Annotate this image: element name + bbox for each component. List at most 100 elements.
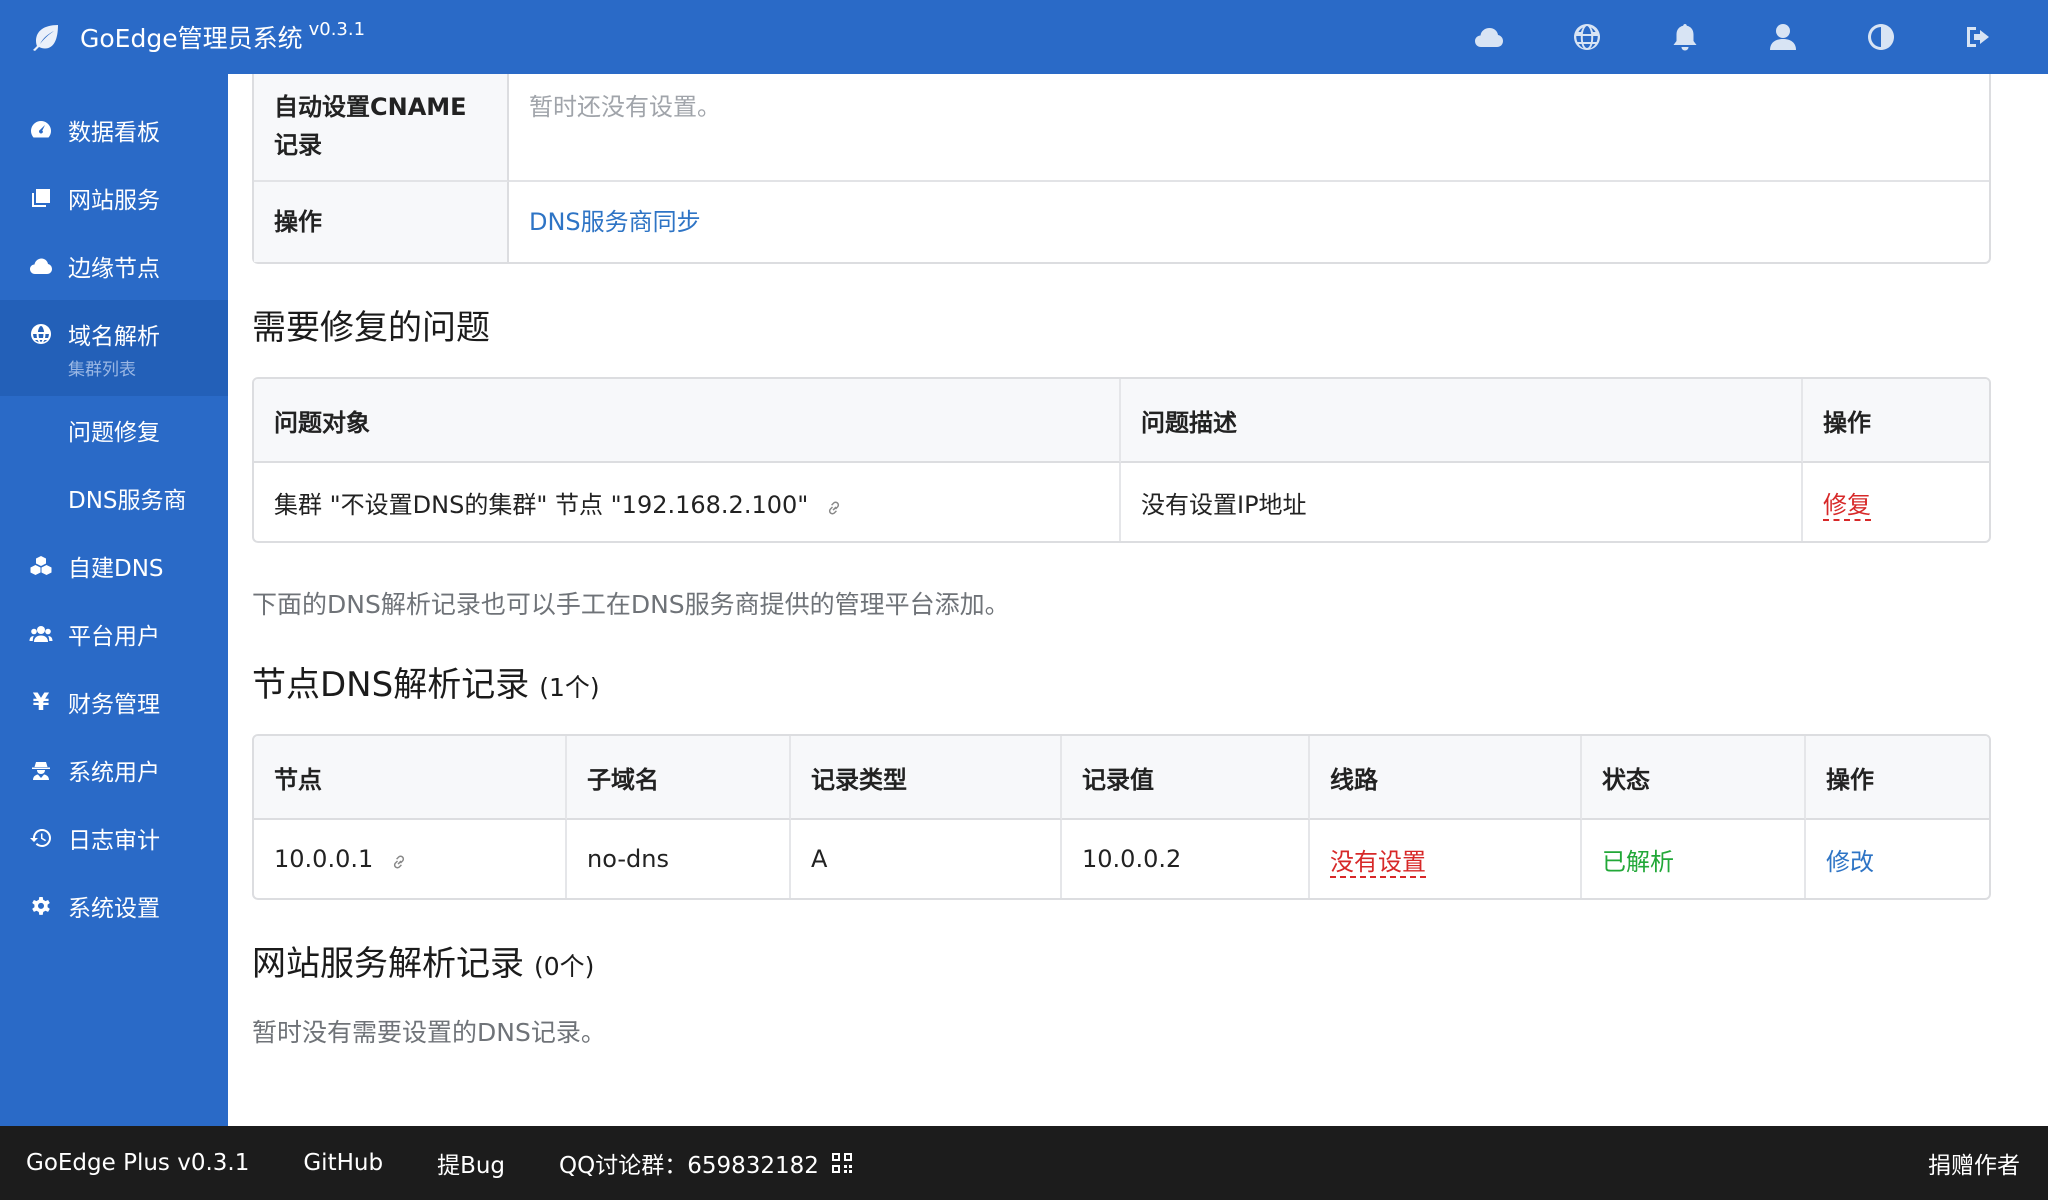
footer-qq-group[interactable]: QQ讨论群：659832182 xyxy=(559,1146,853,1180)
sidebar-item-label: 系统用户 xyxy=(68,760,160,786)
app-title: GoEdge管理员系统 xyxy=(80,24,303,53)
sidebar: 数据看板 网站服务 边缘节点 域名解析 集群列表 问题修复 DNS服务商 自建D… xyxy=(0,74,228,1126)
cname-value: 暂时还没有设置。 xyxy=(509,74,1989,182)
gear-icon xyxy=(28,893,54,919)
globe-icon xyxy=(28,321,54,347)
sidebar-subitem-issues[interactable]: 问题修复 xyxy=(0,396,228,464)
footer: GoEdge Plus v0.3.1 GitHub 提Bug QQ讨论群：659… xyxy=(0,1126,2048,1200)
edit-record-button[interactable]: 修改 xyxy=(1826,848,1874,876)
link-icon[interactable] xyxy=(824,496,844,516)
sidebar-item-label: 平台用户 xyxy=(68,624,160,650)
yen-glyph: ¥ xyxy=(32,688,50,716)
status-resolved: 已解析 xyxy=(1582,820,1806,898)
column-header: 记录类型 xyxy=(791,736,1062,820)
record-value-cell: 10.0.0.2 xyxy=(1062,820,1310,898)
sidebar-item-label: 系统设置 xyxy=(68,896,160,922)
cluster-dns-info-table: 自动设置CNAME记录 暂时还没有设置。 操作 DNS服务商同步 xyxy=(252,74,1991,264)
server-records-empty: 暂时没有需要设置的DNS记录。 xyxy=(252,1018,606,1047)
qrcode-icon xyxy=(831,1152,853,1174)
brand[interactable]: GoEdge管理员系统 v0.3.1 xyxy=(0,0,365,74)
column-header: 问题描述 xyxy=(1121,379,1803,463)
cloud-icon[interactable] xyxy=(1440,0,1538,74)
route-not-set-link[interactable]: 没有设置 xyxy=(1330,847,1426,878)
server-records-count: (0个) xyxy=(534,952,595,981)
issue-object-cell: 集群 "不设置DNS的集群" 节点 "192.168.2.100" xyxy=(254,463,1121,541)
bell-icon[interactable] xyxy=(1636,0,1734,74)
info-row-operation: 操作 DNS服务商同步 xyxy=(254,182,1989,262)
column-header: 操作 xyxy=(1806,736,1989,820)
table-header-row: 问题对象 问题描述 操作 xyxy=(254,379,1989,463)
sidebar-item-caption: 集群列表 xyxy=(68,359,136,380)
sidebar-item-self-dns[interactable]: 自建DNS xyxy=(0,532,228,600)
cname-label: 自动设置CNAME记录 xyxy=(254,74,509,182)
sidebar-item-settings[interactable]: 系统设置 xyxy=(0,872,228,940)
sidebar-item-label: 日志审计 xyxy=(68,828,160,854)
column-header: 状态 xyxy=(1582,736,1806,820)
logout-icon[interactable] xyxy=(1930,0,2028,74)
footer-qq-text: QQ讨论群：659832182 xyxy=(559,1153,819,1179)
users-icon xyxy=(28,621,54,647)
link-icon[interactable] xyxy=(389,850,409,870)
issue-object: 集群 "不设置DNS的集群" 节点 "192.168.2.100" xyxy=(274,490,809,519)
sidebar-item-dashboard[interactable]: 数据看板 xyxy=(0,96,228,164)
node-cell: 10.0.0.1 xyxy=(254,820,567,898)
sidebar-item-edge-nodes[interactable]: 边缘节点 xyxy=(0,232,228,300)
sidebar-item-label: 域名解析 xyxy=(68,323,160,350)
sidebar-item-label: 数据看板 xyxy=(68,120,160,146)
user-icon[interactable] xyxy=(1734,0,1832,74)
table-header-row: 节点 子域名 记录类型 记录值 线路 状态 操作 xyxy=(254,736,1989,820)
info-row-cname: 自动设置CNAME记录 暂时还没有设置。 xyxy=(254,74,1989,182)
node-records-title: 节点DNS解析记录 (1个) xyxy=(252,657,1992,706)
sidebar-item-label: 财务管理 xyxy=(68,692,160,718)
servers-icon xyxy=(28,185,54,211)
column-header: 子域名 xyxy=(567,736,791,820)
fix-button[interactable]: 修复 xyxy=(1823,490,1871,521)
footer-donate-link[interactable]: 捐赠作者 xyxy=(1928,1146,2020,1180)
theme-icon[interactable] xyxy=(1832,0,1930,74)
app-version: v0.3.1 xyxy=(308,18,366,40)
sidebar-item-servers[interactable]: 网站服务 xyxy=(0,164,228,232)
footer-github-link[interactable]: GitHub xyxy=(303,1150,383,1176)
sidebar-item-audit-logs[interactable]: 日志审计 xyxy=(0,804,228,872)
sidebar-item-label: 自建DNS xyxy=(68,556,164,582)
main-content: 自动设置CNAME记录 暂时还没有设置。 操作 DNS服务商同步 需要修复的问题… xyxy=(252,74,1992,1126)
sidebar-item-dns[interactable]: 域名解析 集群列表 xyxy=(0,300,228,396)
user-secret-icon xyxy=(28,757,54,783)
cubes-icon xyxy=(28,553,54,579)
subdomain-cell: no-dns xyxy=(567,820,791,898)
footer-version-link[interactable]: GoEdge Plus v0.3.1 xyxy=(26,1150,249,1176)
sidebar-item-system-users[interactable]: 系统用户 xyxy=(0,736,228,804)
issues-title: 需要修复的问题 xyxy=(252,308,490,348)
sidebar-item-label: 边缘节点 xyxy=(68,256,160,282)
sidebar-subitem-dns-providers[interactable]: DNS服务商 xyxy=(0,464,228,532)
manual-dns-note: 下面的DNS解析记录也可以手工在DNS服务商提供的管理平台添加。 xyxy=(252,590,1010,619)
issues-table: 问题对象 问题描述 操作 集群 "不设置DNS的集群" 节点 "192.168.… xyxy=(252,377,1991,543)
footer-bug-link[interactable]: 提Bug xyxy=(437,1146,505,1180)
node-records-title-text: 节点DNS解析记录 xyxy=(252,665,530,705)
operation-label: 操作 xyxy=(254,182,509,262)
sidebar-item-label: 网站服务 xyxy=(68,188,160,214)
sidebar-item-platform-users[interactable]: 平台用户 xyxy=(0,600,228,668)
server-records-title-text: 网站服务解析记录 xyxy=(252,944,524,984)
column-header: 线路 xyxy=(1310,736,1582,820)
sidebar-item-finance[interactable]: ¥ 财务管理 xyxy=(0,668,228,736)
record-type-cell: A xyxy=(791,820,1062,898)
table-row: 10.0.0.1 no-dns A 10.0.0.2 没有设置 已解析 修改 xyxy=(254,820,1989,898)
top-navbar: GoEdge管理员系统 v0.3.1 xyxy=(0,0,2048,74)
table-row: 集群 "不设置DNS的集群" 节点 "192.168.2.100" 没有设置IP… xyxy=(254,463,1989,541)
globe-icon[interactable] xyxy=(1538,0,1636,74)
cloud-icon xyxy=(28,253,54,279)
leaf-logo-icon xyxy=(33,25,58,51)
column-header: 节点 xyxy=(254,736,567,820)
dashboard-icon xyxy=(28,117,54,143)
issue-description: 没有设置IP地址 xyxy=(1121,463,1803,541)
node-dns-records-table: 节点 子域名 记录类型 记录值 线路 状态 操作 10.0.0.1 no-dns… xyxy=(252,734,1991,900)
history-icon xyxy=(28,825,54,851)
node-ip: 10.0.0.1 xyxy=(274,845,374,873)
column-header: 记录值 xyxy=(1062,736,1310,820)
column-header: 操作 xyxy=(1803,379,1989,463)
server-records-title: 网站服务解析记录 (0个) xyxy=(252,936,1992,985)
column-header: 问题对象 xyxy=(254,379,1121,463)
dns-provider-sync-link[interactable]: DNS服务商同步 xyxy=(529,208,701,236)
yen-icon: ¥ xyxy=(28,688,54,716)
